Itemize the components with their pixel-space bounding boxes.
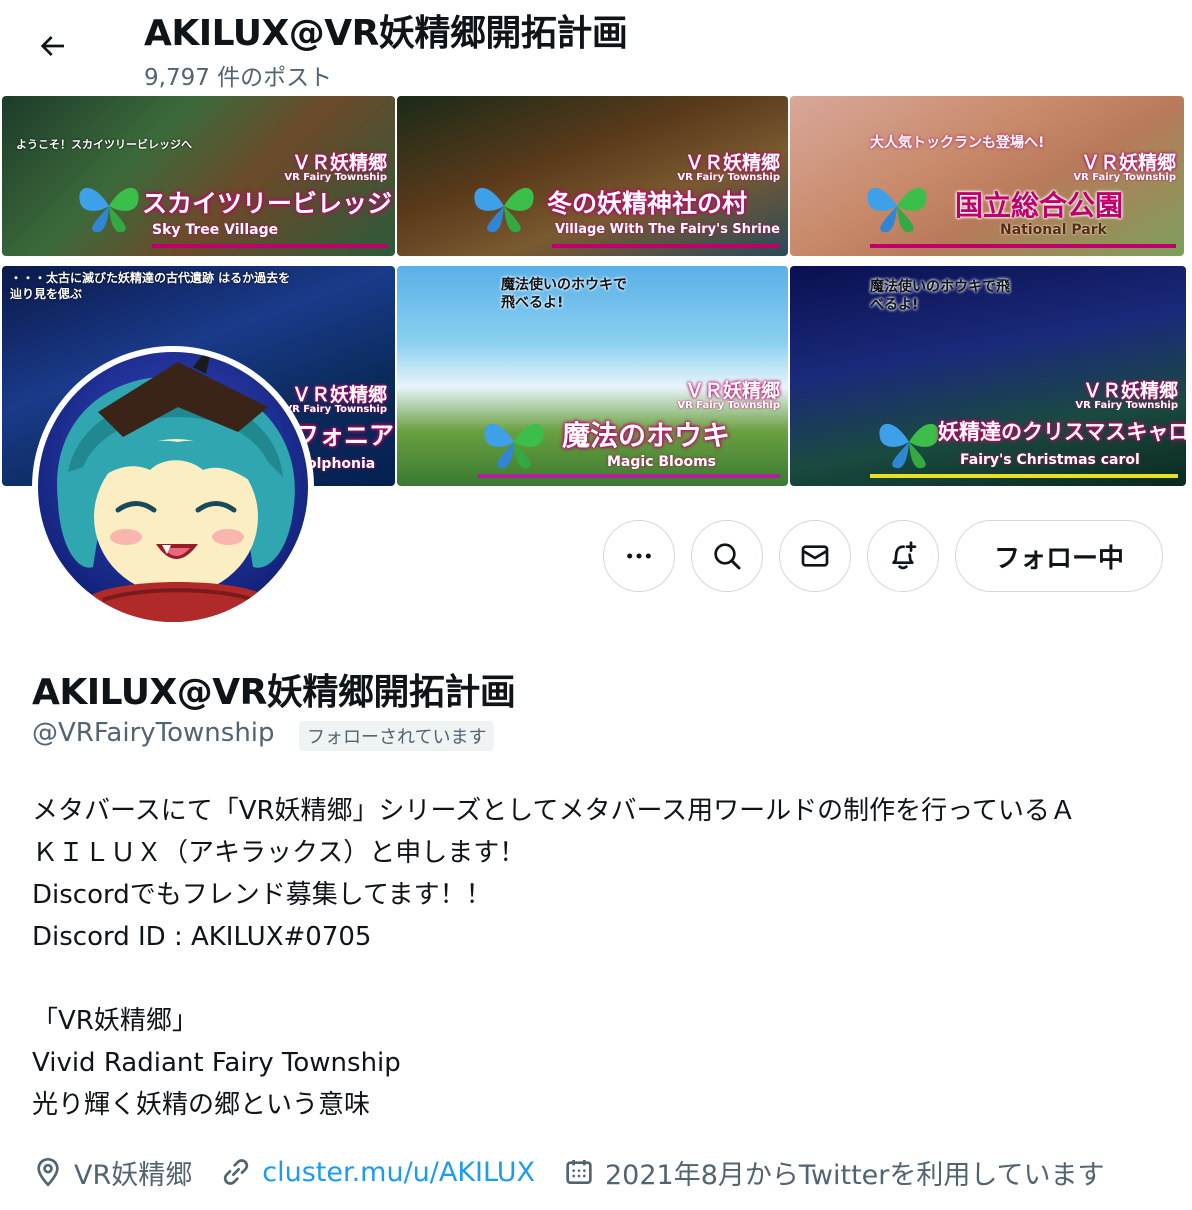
website-item[interactable]: cluster.mu/u/AKILUX: [220, 1156, 535, 1188]
banner-english-title: olphonia: [307, 456, 376, 472]
calendar-icon: [566, 1160, 592, 1184]
following-button[interactable]: フォロー中: [955, 520, 1163, 592]
back-button[interactable]: [28, 22, 76, 70]
banner-main-title: 国立総合公園: [955, 189, 1124, 222]
banner-brand: ＶＲ妖精郷: [1082, 380, 1178, 402]
bio-line: ＫＩＬＵＸ（アキラックス）と申します！: [32, 838, 526, 868]
banner-tile-national-park: 大人気トックランも登場へ! ＶＲ妖精郷 VR Fairy Township 国立…: [790, 96, 1184, 256]
link-icon: [224, 1159, 249, 1185]
avatar-image: [38, 352, 308, 622]
location-pin-icon: [37, 1157, 59, 1187]
banner-english-title: Fairy's Christmas carol: [960, 452, 1140, 468]
banner-underline: [870, 474, 1178, 478]
mail-icon: [801, 545, 829, 567]
banner-underline: [477, 474, 780, 478]
search-icon: [714, 543, 741, 570]
banner-main-title: 魔法のホウキ: [562, 419, 731, 452]
banner-brand: ＶＲ妖精郷: [684, 152, 780, 174]
bio-line: Discordでもフレンド募集してます！！: [32, 880, 492, 910]
banner-english-title: Sky Tree Village: [152, 222, 279, 238]
banner-sub: VR Fairy Township: [677, 172, 780, 183]
banner-underline: [152, 244, 387, 248]
banner-tile-christmas-carol: 魔法使いのホウキで飛べるよ! ＶＲ妖精郷 VR Fairy Township 妖…: [790, 266, 1186, 486]
banner-main-title: 妖精達のクリスマスキャロル: [938, 420, 1186, 444]
banner-main-title: 冬の妖精神社の村: [547, 189, 748, 218]
banner-english-title: Village With The Fairy's Shrine: [555, 222, 780, 237]
banner-english-title: Magic Blooms: [607, 454, 716, 470]
bell-plus-icon: [892, 541, 917, 570]
profile-name: AKILUX@VR妖精郷開拓計画: [32, 672, 516, 713]
banner-brand: ＶＲ妖精郷: [684, 380, 780, 402]
butterfly-logo-icon: [867, 187, 927, 233]
banner-main-title: スカイツリービレッジ: [142, 189, 393, 218]
banner-sub: VR Fairy Township: [1075, 400, 1178, 411]
banner-english-title: National Park: [1000, 222, 1107, 238]
butterfly-logo-icon: [79, 187, 139, 233]
website-link[interactable]: cluster.mu/u/AKILUX: [262, 1157, 535, 1188]
profile-avatar[interactable]: [32, 346, 314, 628]
banner-note: 魔法使いのホウキで飛べるよ!: [501, 277, 627, 311]
butterfly-logo-icon: [484, 423, 544, 469]
banner-note: 魔法使いのホウキで飛べるよ!: [870, 279, 1010, 313]
banner-sub: VR Fairy Township: [677, 400, 780, 411]
header-title: AKILUX@VR妖精郷開拓計画: [144, 13, 628, 54]
more-horizontal-icon: [627, 553, 651, 559]
banner-sub: VR Fairy Township: [1073, 172, 1176, 183]
joined-text: 2021年8月からTwitterを利用しています: [604, 1159, 1105, 1191]
banner-note: ようこそ！スカイツリービレッジへ: [16, 138, 192, 151]
banner-underline: [870, 244, 1176, 248]
profile-meta: VR妖精郷 cluster.mu/u/AKILUX 2021年8月からTwitt…: [32, 1150, 1133, 1194]
banner-tile-sky-tree-village: ようこそ！スカイツリービレッジへ ＶＲ妖精郷 VR Fairy Township…: [2, 96, 395, 256]
bio-line: [32, 958, 1162, 1000]
bio-line: 光り輝く妖精の郷という意味: [32, 1090, 371, 1120]
banner-brand: ＶＲ妖精郷: [291, 384, 387, 406]
notifications-subscribe-button[interactable]: [867, 520, 939, 592]
banner-tile-fairy-shrine: ＶＲ妖精郷 VR Fairy Township 冬の妖精神社の村 Village…: [397, 96, 788, 256]
profile-bio: メタバースにて「VR妖精郷」シリーズとしてメタバース用ワールドの制作を行っている…: [32, 790, 1162, 1126]
top-bar: AKILUX@VR妖精郷開拓計画 9,797 件のポスト: [0, 0, 1192, 96]
bio-line: 「VR妖精郷」: [32, 1006, 198, 1036]
search-profile-button[interactable]: [691, 520, 763, 592]
banner-sub: VR Fairy Township: [284, 172, 387, 183]
location-item: VR妖精郷: [32, 1153, 192, 1192]
banner-brand: ＶＲ妖精郷: [1080, 152, 1176, 174]
banner-underline: [552, 244, 780, 248]
fairy-character-avatar: [38, 352, 308, 622]
banner-tile-magic-blooms: 魔法使いのホウキで飛べるよ! ＶＲ妖精郷 VR Fairy Township 魔…: [397, 266, 788, 486]
joined-item: 2021年8月からTwitterを利用しています: [563, 1153, 1105, 1192]
post-count: 9,797 件のポスト: [144, 65, 333, 91]
bio-line: Vivid Radiant Fairy Township: [32, 1048, 401, 1078]
arrow-left-icon: [40, 36, 64, 56]
bio-line: Discord ID : AKILUX#0705: [32, 922, 372, 952]
banner-note: 大人気トックランも登場へ!: [870, 135, 1045, 151]
banner-main-title: フォニア: [294, 421, 395, 450]
banner-sub: VR Fairy Township: [284, 404, 387, 415]
banner-note: ・・・太古に滅びた妖精達の古代遺跡 はるか過去を辿り見を偲ぶ: [10, 271, 291, 301]
butterfly-logo-icon: [879, 423, 939, 469]
message-button[interactable]: [779, 520, 851, 592]
bio-line: メタバースにて「VR妖精郷」シリーズとしてメタバース用ワールドの制作を行っている…: [32, 796, 1076, 826]
butterfly-logo-icon: [474, 187, 534, 233]
profile-handle: @VRFairyTownship: [32, 718, 275, 748]
follows-you-badge: フォローされています: [299, 721, 495, 751]
location-text: VR妖精郷: [74, 1159, 193, 1191]
more-options-button[interactable]: [603, 520, 675, 592]
banner-brand: ＶＲ妖精郷: [291, 152, 387, 174]
